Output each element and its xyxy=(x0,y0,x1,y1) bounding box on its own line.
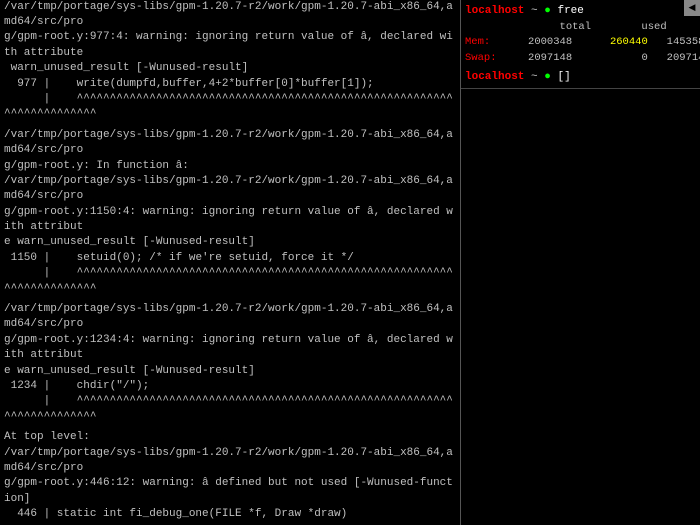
terminal-line: g/gpm-root.y: In function â: xyxy=(4,159,456,174)
terminal-line: At top level: xyxy=(4,430,456,445)
terminal-line: e warn_unused_result [-Wunused-result] xyxy=(4,364,456,379)
free-table-header: total used free sh xyxy=(465,20,696,36)
terminal-line: 446 | static int fi_debug_one(FILE *f, D… xyxy=(4,507,456,522)
cmd2-label: [] xyxy=(557,71,570,83)
terminal-line: | ^^^^^^^^^^^^^^^^^^^^^^^^^^^^^^^^^^^^^^… xyxy=(4,92,456,123)
terminal-line: | ^^^^^^^^^^^^^^^^^^^^^^^^^^^^^^^^^^^^^^… xyxy=(4,266,456,297)
terminal-line: /var/tmp/portage/sys-libs/gpm-1.20.7-r2/… xyxy=(4,446,456,477)
hostname2-label: localhost xyxy=(465,71,524,83)
terminal-line: /var/tmp/portage/sys-libs/gpm-1.20.7-r2/… xyxy=(4,174,456,205)
terminal-line: g/gpm-root.y:446:12: warning: â defined … xyxy=(4,476,456,507)
terminal-line: 1234 | chdir("/"); xyxy=(4,379,456,394)
bullet2: ● xyxy=(544,71,551,83)
terminal-line: 1150 | setuid(0); /* if we're setuid, fo… xyxy=(4,251,456,266)
terminal-line: g/gpm-root.y:1150:4: warning: ignoring r… xyxy=(4,205,456,236)
terminal-line: warn_unused_result [-Wunused-result] xyxy=(4,61,456,76)
free-mem-row: Mem: 2000348 260440 1453588 xyxy=(465,35,696,51)
terminal-line: /var/tmp/portage/sys-libs/gpm-1.20.7-r2/… xyxy=(4,302,456,333)
prompt2-sym: ~ xyxy=(531,71,538,83)
terminal-line: g/gpm-root.y:1234:4: warning: ignoring r… xyxy=(4,333,456,364)
free-command-label: free xyxy=(557,5,583,17)
free-bullet: ● xyxy=(544,5,551,17)
terminal-line: /var/tmp/portage/sys-libs/gpm-1.20.7-r2/… xyxy=(4,0,456,30)
right-bottom-terminal[interactable] xyxy=(461,89,700,525)
right-panel: ◀ localhost ~ ● free total used free sh … xyxy=(460,0,700,525)
terminal-line: e warn_unused_result [-Wunused-result] xyxy=(4,235,456,250)
terminal-line: | ^^^^^^^^^^^^^^^^^^^^^^^^^^^^^^^^^^^^^^… xyxy=(4,394,456,425)
terminal-line: 977 | write(dumpfd,buffer,4+2*buffer[0]*… xyxy=(4,77,456,92)
terminal-line: g/gpm-root.y:977:4: warning: ignoring re… xyxy=(4,30,456,61)
left-terminal[interactable]: ^^^^^^^^^^^^^^^^^^^^^^^^^^^^^^^^^^^^^^^^… xyxy=(0,0,460,525)
free-swap-row: Swap: 2097148 0 2097148 xyxy=(465,51,696,67)
prompt-tilde: ~ xyxy=(531,5,538,17)
scroll-arrow-button[interactable]: ◀ xyxy=(684,0,700,16)
terminal-line: /var/tmp/portage/sys-libs/gpm-1.20.7-r2/… xyxy=(4,128,456,159)
hostname-label: localhost xyxy=(465,5,524,17)
